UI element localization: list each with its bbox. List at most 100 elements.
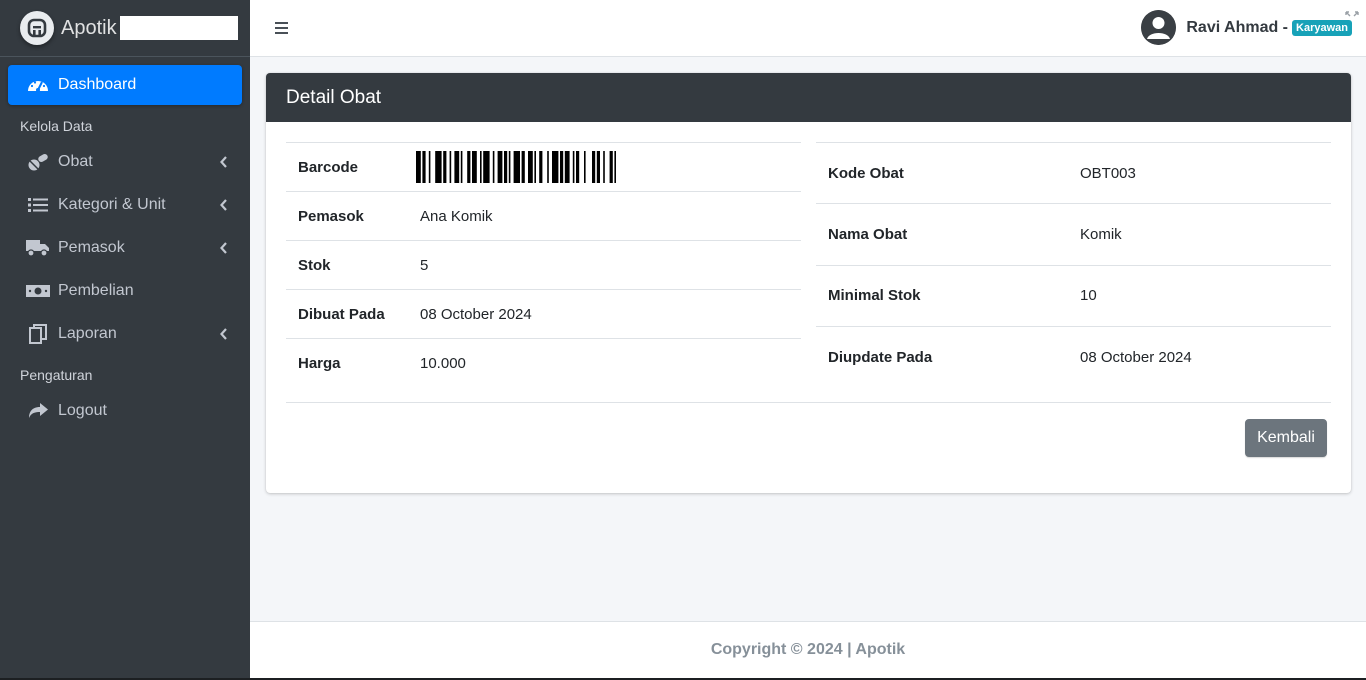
- barcode-bar: [576, 151, 580, 183]
- sidebar-item-label: Kategori & Unit: [58, 196, 166, 213]
- created-label: Dibuat Pada: [286, 289, 408, 339]
- card-title: Detail Obat: [266, 73, 1351, 122]
- barcode-bar: [521, 151, 525, 183]
- barcode-bar: [592, 151, 596, 183]
- sidebar-item-label: Obat: [58, 153, 93, 170]
- table-row: Barcode: [286, 142, 801, 192]
- updated-label: Diupdate Pada: [816, 325, 1068, 388]
- detail-table-left: Barcode Pemasok Ana Komik Stok 5 Dibuat …: [286, 142, 801, 388]
- name-value: Komik: [1068, 203, 1331, 265]
- pills-icon: [26, 152, 50, 172]
- sidebar-item-label: Pemasok: [58, 239, 125, 256]
- brand-link[interactable]: Apotik: [0, 0, 250, 57]
- brand-search-box: [119, 16, 238, 40]
- sidebar-item-label: Laporan: [58, 325, 117, 342]
- sidebar-item-logout[interactable]: Logout: [8, 391, 242, 431]
- barcode-bar: [492, 151, 495, 183]
- list-icon: [26, 195, 50, 215]
- table-row: Harga 10.000: [286, 338, 801, 388]
- footer: Copyright © 2024 | Apotik: [250, 621, 1366, 678]
- barcode-bar: [443, 151, 447, 183]
- barcode-cell: [408, 142, 801, 192]
- user-avatar-icon: [1141, 10, 1177, 45]
- barcode-bar: [609, 151, 613, 183]
- barcode-bar: [564, 151, 570, 183]
- barcode-bar: [508, 151, 511, 183]
- supplier-value: Ana Komik: [408, 191, 801, 241]
- barcode-bar: [572, 151, 575, 183]
- tachometer-icon: [26, 75, 50, 95]
- barcode-label: Barcode: [286, 142, 408, 192]
- barcode-bar: [435, 151, 442, 183]
- barcode-bar: [480, 151, 482, 183]
- barcode-bar: [552, 151, 559, 183]
- barcode-bar: [584, 151, 586, 183]
- card-divider: [286, 402, 1331, 403]
- sidebar-item-obat[interactable]: Obat: [8, 142, 242, 182]
- sidebar-item-laporan[interactable]: Laporan: [8, 314, 242, 354]
- barcode-bar: [603, 151, 605, 183]
- sidebar-nav: Dashboard Kelola Data Obat Kategori & Un…: [0, 57, 250, 431]
- hamburger-menu-icon[interactable]: [274, 20, 290, 36]
- min-stock-label: Minimal Stok: [816, 264, 1068, 327]
- chevron-left-icon: [220, 198, 228, 216]
- sidebar-item-pemasok[interactable]: Pemasok: [8, 228, 242, 268]
- user-name: Ravi Ahmad -: [1186, 18, 1289, 36]
- sidebar-item-label: Dashboard: [58, 76, 137, 93]
- barcode-bar: [497, 151, 503, 183]
- table-row: Dibuat Pada 08 October 2024: [286, 289, 801, 339]
- updated-value: 08 October 2024: [1068, 325, 1331, 388]
- barcode-bar: [539, 151, 543, 183]
- barcode-bar: [449, 151, 452, 183]
- sidebar-item-label: Logout: [58, 402, 107, 419]
- barcode-bar: [483, 151, 490, 183]
- barcode-bar: [513, 151, 520, 183]
- table-row: Minimal Stok 10: [816, 264, 1331, 327]
- detail-tables: Barcode Pemasok Ana Komik Stok 5 Dibuat …: [286, 141, 1331, 388]
- detail-table-right: Kode Obat OBT003 Nama Obat Komik Minimal…: [816, 141, 1331, 388]
- barcode-bar: [428, 151, 431, 183]
- barcode-bar: [614, 151, 616, 183]
- sidebar-item-pembelian[interactable]: Pembelian: [8, 271, 242, 311]
- price-value: 10.000: [408, 338, 801, 388]
- money-bill-icon: [26, 281, 50, 301]
- table-row: Nama Obat Komik: [816, 203, 1331, 265]
- chevron-left-icon: [220, 327, 228, 345]
- table-row: Diupdate Pada 08 October 2024: [816, 325, 1331, 388]
- table-row: Pemasok Ana Komik: [286, 191, 801, 241]
- stock-value: 5: [408, 240, 801, 290]
- code-label: Kode Obat: [816, 141, 1068, 204]
- barcode-bar: [422, 151, 426, 183]
- detail-card: Detail Obat Barcode Pemasok Ana Komik St…: [266, 73, 1351, 493]
- nav-header-kelola-data: Kelola Data: [20, 118, 93, 134]
- code-value: OBT003: [1068, 141, 1331, 204]
- supplier-label: Pemasok: [286, 191, 408, 241]
- sidebar: Apotik Dashboard Kelola Data Obat Katego…: [0, 0, 250, 680]
- copy-icon: [26, 324, 50, 344]
- sidebar-item-kategori-unit[interactable]: Kategori & Unit: [8, 185, 242, 225]
- expand-icon[interactable]: [1344, 10, 1360, 26]
- barcode-bar: [460, 151, 463, 183]
- barcode-bar: [454, 151, 460, 183]
- sidebar-item-label: Pembelian: [58, 282, 134, 299]
- barcode-bar: [560, 151, 564, 183]
- sidebar-item-dashboard[interactable]: Dashboard: [8, 65, 242, 105]
- copyright-text: Copyright © 2024 | Apotik: [710, 641, 906, 658]
- barcode-bar: [547, 151, 549, 183]
- truck-icon: [26, 238, 50, 258]
- name-label: Nama Obat: [816, 203, 1068, 265]
- user-menu[interactable]: Ravi Ahmad - Karyawan: [1141, 10, 1352, 45]
- barcode-image: [416, 151, 616, 183]
- nav-header-pengaturan: Pengaturan: [20, 367, 93, 383]
- brand-name: Apotik: [61, 16, 117, 39]
- brand-logo-icon: [20, 11, 54, 45]
- barcode-bar: [504, 151, 508, 183]
- min-stock-value: 10: [1068, 264, 1331, 327]
- created-value: 08 October 2024: [408, 289, 801, 339]
- barcode-bar: [467, 151, 471, 183]
- back-button[interactable]: Kembali: [1245, 419, 1327, 457]
- stock-label: Stok: [286, 240, 408, 290]
- chevron-left-icon: [220, 155, 228, 173]
- table-row: Stok 5: [286, 240, 801, 290]
- table-row: Kode Obat OBT003: [816, 141, 1331, 204]
